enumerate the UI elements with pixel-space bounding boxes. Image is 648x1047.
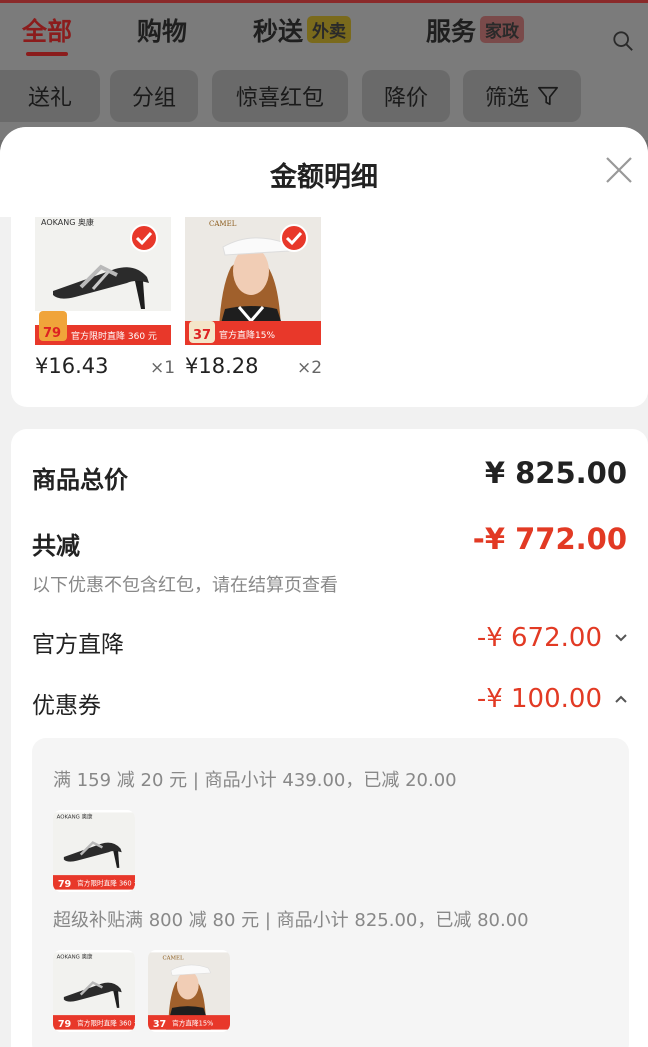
active-tab-underline xyxy=(26,52,69,56)
price-summary-card: 商品总价 ¥ 825.00 共减 -¥ 772.00 以下优惠不包含红包，请在结… xyxy=(11,429,648,1047)
sheet-header: 金额明细 xyxy=(0,127,648,217)
sandal-image: AOKANG 奥康 79 官方限时直降 360 元 xyxy=(53,952,135,1030)
tab-instant-delivery-label: 秒送 xyxy=(253,17,304,46)
top-accent-line xyxy=(0,0,648,3)
coupon-label: 优惠券 xyxy=(32,693,101,719)
tab-all[interactable]: 全部 xyxy=(22,12,73,56)
filter-bar: 送礼 分组 惊喜红包 降价 筛选 xyxy=(0,70,648,122)
badge-price: 79 xyxy=(58,1019,72,1030)
aokang-logo-text: AOKANG 奥康 xyxy=(41,217,94,227)
close-icon[interactable] xyxy=(602,153,636,187)
tab-instant-delivery[interactable]: 秒送 外卖 xyxy=(253,12,352,48)
tab-all-label: 全部 xyxy=(22,17,73,46)
badge-price: 37 xyxy=(153,1019,166,1030)
badge-price: 79 xyxy=(43,326,61,341)
total-price-value: ¥ 825.00 xyxy=(484,456,627,490)
coupon-line: 超级补贴满 800 减 80 元 | 商品小计 825.00，已减 80.00 xyxy=(53,910,529,931)
official-discount-value: -¥ 672.00 xyxy=(476,623,602,653)
filter-price-drop[interactable]: 降价 xyxy=(362,70,450,122)
total-reduce-value: -¥ 772.00 xyxy=(472,522,627,556)
chevron-up-icon[interactable] xyxy=(614,692,628,706)
search-icon[interactable] xyxy=(612,30,634,52)
sandal-image: AOKANG 奥康 79 官方限时直降 360 元 xyxy=(53,812,135,890)
coupon-row[interactable]: 优惠券 xyxy=(32,686,101,720)
official-discount-label: 官方直降 xyxy=(32,632,124,658)
filter-price-drop-label: 降价 xyxy=(383,86,428,111)
promo-banner: 官方限时直降 360 元 xyxy=(71,330,157,342)
total-reduce-label: 共减 xyxy=(32,532,80,560)
coupon-value: -¥ 100.00 xyxy=(476,684,602,714)
product-qty: ×1 xyxy=(150,358,176,378)
promo-banner: 官方直降15% xyxy=(172,1018,213,1027)
camel-logo-text: CAMEL xyxy=(162,956,184,962)
badge-price: 37 xyxy=(193,328,211,343)
background-page: 全部 购物 秒送 外卖 服务 家政 送礼 分组 惊喜红包 降价 筛选 xyxy=(0,0,648,140)
category-tabs: 全部 购物 秒送 外卖 服务 家政 xyxy=(0,12,648,58)
filter-gift[interactable]: 送礼 xyxy=(0,70,100,122)
camel-logo-text: CAMEL xyxy=(209,220,237,228)
official-discount-row[interactable]: 官方直降 xyxy=(32,625,124,659)
filter-screen-label: 筛选 xyxy=(484,86,529,111)
checkmark-icon[interactable] xyxy=(279,223,309,253)
tab-services-label: 服务 xyxy=(426,17,477,46)
product-thumb-sandal[interactable]: AOKANG 奥康 79 官方限时直降 360 元 xyxy=(35,217,171,345)
badge-price: 79 xyxy=(58,879,72,890)
coupon-product-thumb: CAMEL 37 官方直降15% xyxy=(148,950,230,1032)
funnel-icon xyxy=(538,86,558,106)
total-price-label: 商品总价 xyxy=(32,466,128,494)
tab-services[interactable]: 服务 家政 xyxy=(426,12,525,48)
housekeeping-tag: 家政 xyxy=(480,16,525,43)
coupon-product-thumb: AOKANG 奥康 79 官方限时直降 360 元 xyxy=(53,950,135,1032)
chevron-down-icon[interactable] xyxy=(614,631,628,645)
filter-gift-label: 送礼 xyxy=(27,86,72,111)
product-price: ¥16.43 xyxy=(35,354,109,378)
filter-surprise-label: 惊喜红包 xyxy=(235,86,324,111)
coupon-line: 满 159 减 20 元 | 商品小计 439.00，已减 20.00 xyxy=(53,770,457,791)
sheet-title: 金额明细 xyxy=(270,162,378,193)
checkmark-icon[interactable] xyxy=(129,223,159,253)
promo-banner: 官方限时直降 360 元 xyxy=(77,878,135,887)
discount-note: 以下优惠不包含红包，请在结算页查看 xyxy=(32,575,338,596)
filter-surprise-redpacket[interactable]: 惊喜红包 xyxy=(212,70,348,122)
product-list-card: AOKANG 奥康 79 官方限时直降 360 元 ¥16.43 ×1 CAME… xyxy=(11,217,648,407)
tab-shopping[interactable]: 购物 xyxy=(137,12,187,48)
coupon-product-thumb: AOKANG 奥康 79 官方限时直降 360 元 xyxy=(53,810,135,892)
product-thumb-camel[interactable]: CAMEL 37 官方直降15% xyxy=(185,217,321,345)
product-price: ¥18.28 xyxy=(185,354,259,378)
coupon-detail-box: 满 159 减 20 元 | 商品小计 439.00，已减 20.00 AOKA… xyxy=(32,738,629,1047)
filter-group[interactable]: 分组 xyxy=(110,70,198,122)
tab-shopping-label: 购物 xyxy=(137,17,188,46)
woman-cap-image: CAMEL 37 官方直降15% xyxy=(148,952,230,1030)
filter-screen[interactable]: 筛选 xyxy=(463,70,581,122)
promo-banner: 官方限时直降 360 元 xyxy=(77,1018,135,1027)
promo-banner: 官方直降15% xyxy=(219,329,275,341)
filter-group-label: 分组 xyxy=(131,86,176,111)
product-qty: ×2 xyxy=(297,358,323,378)
amount-detail-sheet: 金额明细 AOKANG 奥康 79 官方限时直降 360 元 ¥16.43 ×1… xyxy=(0,127,648,1047)
takeout-tag: 外卖 xyxy=(307,16,352,43)
